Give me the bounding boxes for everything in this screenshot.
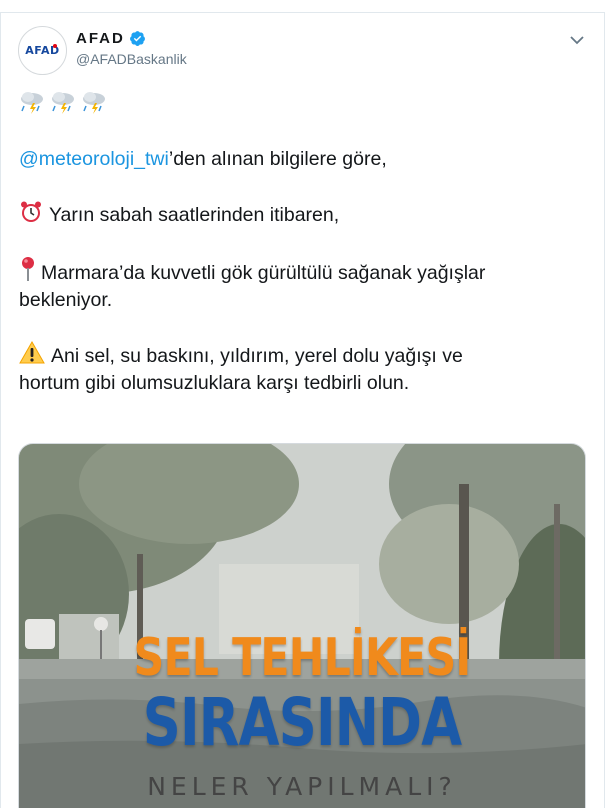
cloud-rain-lightning-icon [83, 92, 105, 114]
tweet-line-time-text: Yarın sabah saatlerinden itibaren, [49, 204, 340, 226]
tweet-line-source: @meteoroloji_twi’den alınan bilgilere gö… [19, 146, 589, 173]
avatar-logo-dot [53, 44, 57, 48]
tweet-line-time: Yarın sabah saatlerinden itibaren, [19, 200, 589, 229]
verified-badge-icon [129, 31, 145, 46]
media-headline-2: SIRASINDA [142, 684, 462, 761]
author-name-row[interactable]: AFAD [76, 30, 146, 47]
author-handle[interactable]: @AFADBaskanlik [76, 51, 187, 67]
tweet-line-source-rest: ’den alınan bilgilere göre, [168, 148, 387, 170]
tweet-line-warning-text: Ani sel, su baskını, yıldırım, yerel dol… [51, 345, 463, 367]
cloud-rain-lightning-icon [52, 92, 74, 114]
tweet-card[interactable]: AFAD AFAD @AFADBaskanlik @meteoroloji_tw… [0, 12, 605, 808]
mention-link[interactable]: @meteoroloji_twi [19, 148, 169, 170]
tweet-media-image[interactable]: SEL TEHLİKESİ SIRASINDA NELER YAPILMALI? [18, 443, 586, 808]
tweet-line-warning-cont: hortum gibi olumsuzluklara karşı tedbirl… [19, 372, 410, 394]
tweet-text: @meteoroloji_twi’den alınan bilgilere gö… [19, 91, 589, 397]
round-pushpin-icon [22, 257, 34, 281]
warning-icon [19, 341, 45, 364]
tweet-line-region-text: Marmara’da kuvvetli gök gürültülü sağana… [41, 262, 486, 284]
chevron-down-icon[interactable] [568, 31, 586, 49]
media-headline-3: NELER YAPILMALI? [147, 772, 457, 801]
alarm-clock-icon [21, 201, 41, 222]
cloud-rain-lightning-icon [21, 92, 43, 114]
tweet-line-region: Marmara’da kuvvetli gök gürültülü sağana… [19, 256, 589, 287]
media-headline-1: SEL TEHLİKESİ [133, 628, 472, 688]
avatar[interactable]: AFAD [18, 26, 67, 75]
weather-emoji-row [19, 91, 589, 119]
tweet-line-region-cont: bekleniyor. [19, 289, 113, 311]
tweet-line-warning: Ani sel, su baskını, yıldırım, yerel dol… [19, 341, 589, 370]
display-name[interactable]: AFAD [76, 30, 125, 47]
